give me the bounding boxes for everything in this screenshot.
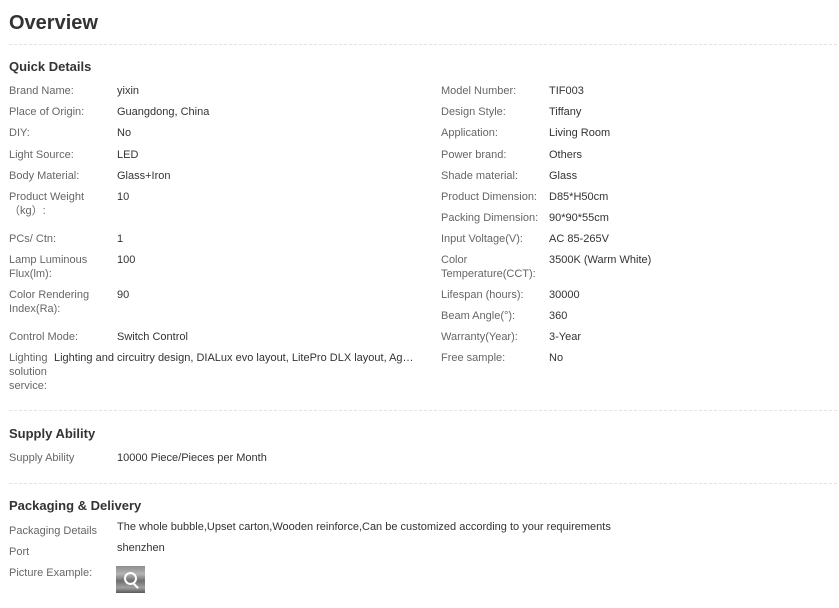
- detail-label: Input Voltage(V):: [441, 233, 523, 245]
- detail-label: Application:: [441, 127, 498, 139]
- detail-label: Port: [9, 546, 30, 558]
- zoom-in-icon[interactable]: [124, 572, 137, 585]
- detail-value: 100: [117, 254, 136, 266]
- detail-label: Model Number:: [441, 85, 517, 97]
- detail-value: Tiffany: [549, 106, 582, 118]
- detail-value: D85*H50cm: [549, 191, 609, 203]
- detail-value: Lighting and circuitry design, DIALux ev…: [54, 352, 414, 364]
- detail-label: Warranty(Year):: [441, 331, 518, 343]
- detail-value: TIF003: [549, 85, 584, 97]
- detail-value: shenzhen: [117, 542, 165, 554]
- detail-value: 3500K (Warm White): [549, 254, 652, 266]
- detail-label: Lifespan (hours):: [441, 289, 524, 301]
- detail-value: yixin: [117, 85, 140, 97]
- detail-value: 360: [549, 310, 568, 322]
- page-title: Overview: [9, 12, 98, 34]
- detail-value: Others: [549, 149, 583, 161]
- detail-label: Place of Origin:: [9, 106, 85, 118]
- detail-value: No: [117, 127, 132, 139]
- detail-value: Switch Control: [117, 331, 188, 343]
- detail-label: Color Rendering Index(Ra):: [9, 289, 90, 315]
- detail-value: 1: [117, 233, 124, 245]
- detail-label: Supply Ability: [9, 452, 75, 464]
- detail-value: 90: [117, 289, 130, 301]
- detail-value: 90*90*55cm: [549, 212, 609, 224]
- detail-label: Shade material:: [441, 170, 519, 182]
- detail-value: LED: [117, 149, 139, 161]
- detail-value: 10000 Piece/Pieces per Month: [117, 452, 267, 464]
- divider: [9, 410, 837, 411]
- detail-value: 10: [117, 191, 130, 203]
- detail-value: 30000: [549, 289, 580, 301]
- detail-label: Packing Dimension:: [441, 212, 539, 224]
- detail-label: DIY:: [9, 127, 30, 139]
- detail-label: Brand Name:: [9, 85, 74, 97]
- detail-value: Glass: [549, 170, 578, 182]
- detail-value: No: [549, 352, 564, 364]
- detail-value: AC 85-265V: [549, 233, 609, 245]
- detail-label: PCs/ Ctn:: [9, 233, 57, 245]
- detail-label: Lamp Luminous Flux(lm):: [9, 254, 88, 280]
- detail-label: Light Source:: [9, 149, 74, 161]
- detail-label: Free sample:: [441, 352, 506, 364]
- detail-label: Product Dimension:: [441, 191, 537, 203]
- detail-value: 3-Year: [549, 331, 582, 343]
- divider: [9, 44, 837, 45]
- supply-ability-title: Supply Ability: [9, 426, 96, 441]
- picture-example-thumbnail[interactable]: [116, 566, 145, 593]
- detail-label: Packaging Details: [9, 525, 98, 537]
- divider: [9, 483, 837, 484]
- detail-label: Beam Angle(°):: [441, 310, 516, 322]
- detail-value: The whole bubble,Upset carton,Wooden rei…: [117, 521, 611, 533]
- detail-label: Lighting solution service:: [9, 352, 48, 392]
- detail-label: Picture Example:: [9, 567, 93, 579]
- detail-label: Product Weight（kg）:: [9, 191, 85, 217]
- detail-label: Color Temperature(CCT):: [441, 254, 536, 280]
- packaging-delivery-title: Packaging & Delivery: [9, 498, 142, 513]
- detail-label: Design Style:: [441, 106, 506, 118]
- detail-label: Body Material:: [9, 170, 80, 182]
- detail-value: Guangdong, China: [117, 106, 210, 118]
- detail-label: Control Mode:: [9, 331, 79, 343]
- quick-details-title: Quick Details: [9, 59, 92, 74]
- detail-label: Power brand:: [441, 149, 507, 161]
- detail-value: Living Room: [549, 127, 611, 139]
- detail-value: Glass+Iron: [117, 170, 171, 182]
